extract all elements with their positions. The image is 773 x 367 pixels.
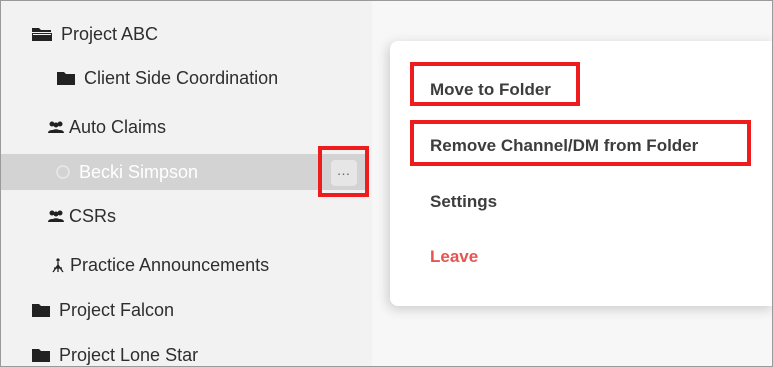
sidebar-item-label: Practice Announcements [70,254,270,275]
sidebar-item-project-lone-star[interactable]: Project Lone Star [1,337,372,366]
highlight-remove-from-folder [410,120,751,166]
sidebar-item-label: Project Falcon [59,299,175,320]
sidebar-item-practice-announcements[interactable]: Practice Announcements [1,247,372,283]
sidebar-item-label: Becki Simpson [79,161,199,182]
sidebar-item-label: Auto Claims [69,116,167,137]
group-icon [47,120,65,134]
sidebar-item-csrs[interactable]: CSRs [1,198,372,234]
menu-item-leave[interactable]: Leave [430,247,478,267]
sidebar-item-project-falcon[interactable]: Project Falcon [1,292,372,328]
app-frame: Project ABC Client Side Coordination Aut… [0,0,773,367]
menu-item-settings[interactable]: Settings [430,192,497,212]
sidebar-item-becki-simpson[interactable]: Becki Simpson [1,154,366,190]
folder-icon [31,347,51,363]
sidebar-item-auto-claims[interactable]: Auto Claims [1,109,372,145]
highlight-more-button [318,146,369,197]
folder-open-icon [31,26,53,42]
sidebar: Project ABC Client Side Coordination Aut… [1,1,372,366]
folder-icon [56,70,76,86]
group-icon [47,209,65,223]
broadcast-icon [50,257,66,273]
sidebar-item-label: CSRs [69,205,117,226]
sidebar-item-label: Project ABC [61,23,159,44]
status-circle-icon [55,164,71,180]
sidebar-item-client-side-coordination[interactable]: Client Side Coordination [1,60,372,96]
sidebar-item-label: Client Side Coordination [84,67,279,88]
highlight-move-to-folder [410,62,580,106]
sidebar-item-project-abc[interactable]: Project ABC [1,16,372,52]
sidebar-item-label: Project Lone Star [59,344,199,365]
folder-icon [31,302,51,318]
